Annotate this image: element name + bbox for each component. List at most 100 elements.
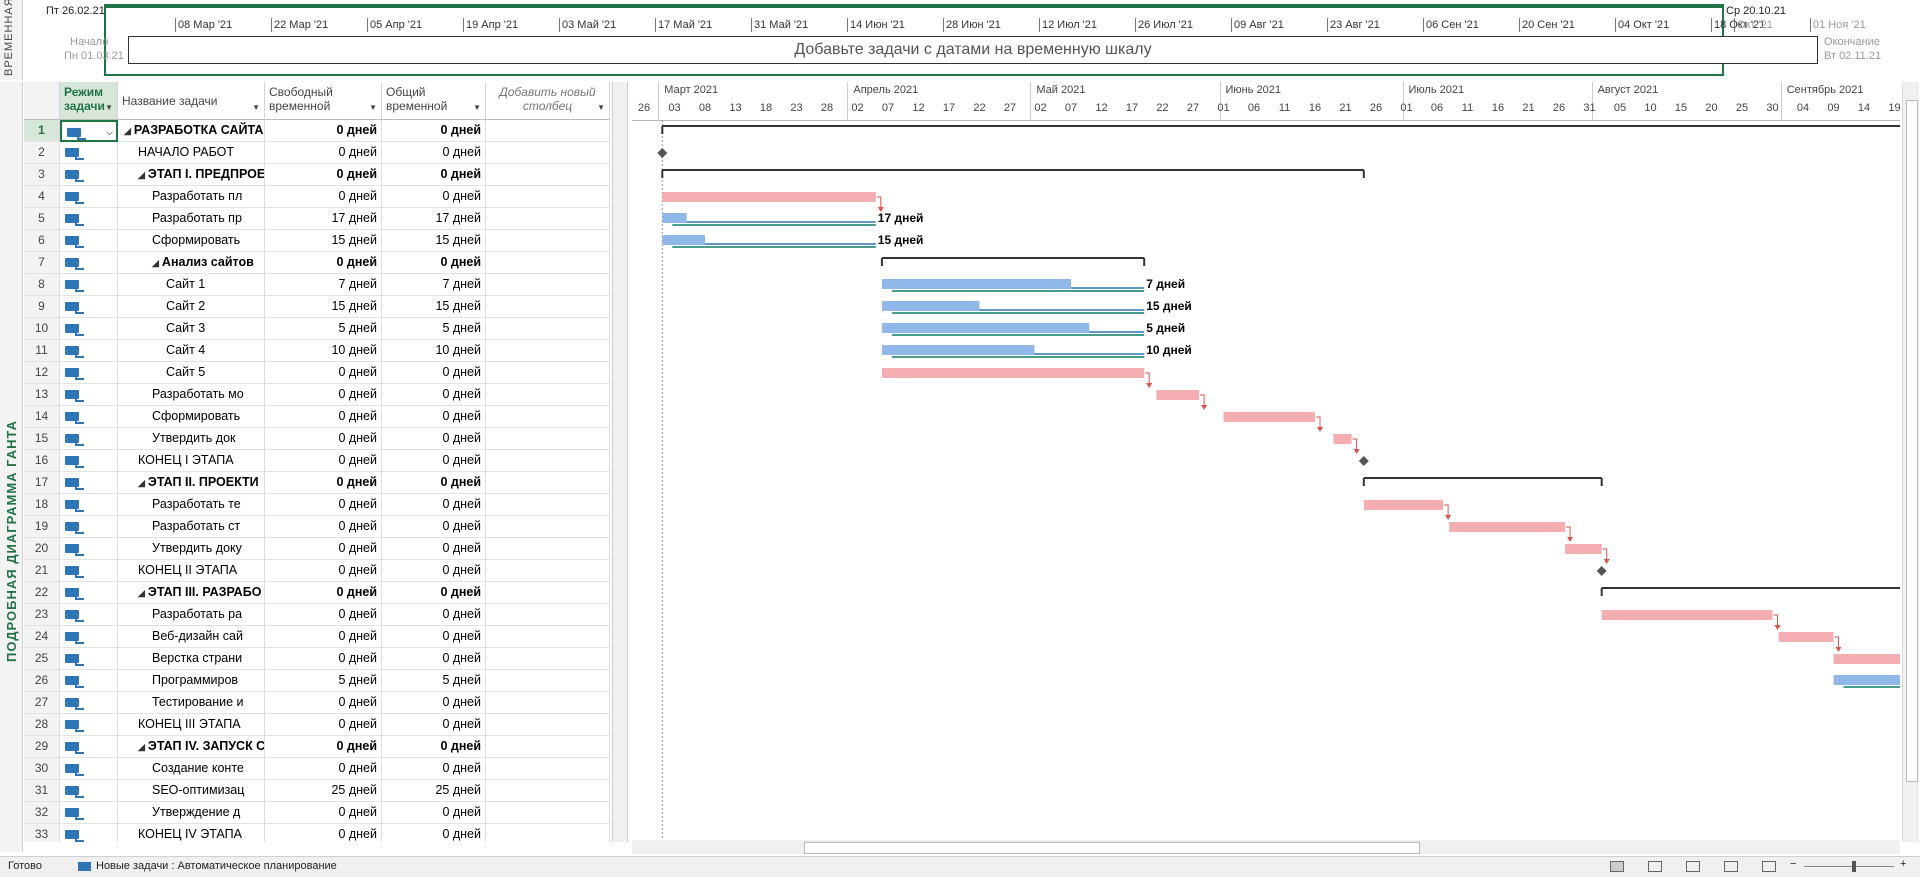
empty-cell[interactable]: [486, 406, 610, 428]
task-bar[interactable]: [881, 323, 1090, 333]
table-row[interactable]: 19 Разработать ст 0 дней 0 дней: [24, 516, 610, 538]
free-slack-cell[interactable]: 0 дней: [265, 560, 382, 582]
table-row[interactable]: 4 Разработать пл 0 дней 0 дней: [24, 186, 610, 208]
critical-task-bar[interactable]: [1565, 544, 1602, 554]
free-slack-cell[interactable]: 0 дней: [265, 164, 382, 186]
task-mode-cell[interactable]: [60, 758, 118, 780]
table-row[interactable]: 26 Программиров 5 дней 5 дней: [24, 670, 610, 692]
total-slack-cell[interactable]: 15 дней: [382, 296, 486, 318]
empty-cell[interactable]: [486, 604, 610, 626]
task-mode-cell[interactable]: [60, 428, 118, 450]
total-slack-cell[interactable]: 25 дней: [382, 780, 486, 802]
task-name-cell[interactable]: Веб-дизайн сай: [118, 626, 265, 648]
task-mode-cell[interactable]: [60, 164, 118, 186]
total-slack-cell[interactable]: 0 дней: [382, 142, 486, 164]
dependency-link[interactable]: [1773, 614, 1778, 625]
task-mode-cell[interactable]: [60, 670, 118, 692]
task-mode-cell[interactable]: [60, 318, 118, 340]
empty-cell[interactable]: [486, 824, 610, 842]
row-id[interactable]: 8: [24, 274, 60, 296]
table-row[interactable]: 24 Веб-дизайн сай 0 дней 0 дней: [24, 626, 610, 648]
empty-cell[interactable]: [486, 736, 610, 758]
task-name-cell[interactable]: КОНЕЦ IV ЭТАПА: [118, 824, 265, 842]
task-name-cell[interactable]: КОНЕЦ III ЭТАПА: [118, 714, 265, 736]
row-id[interactable]: 11: [24, 340, 60, 362]
slack-label[interactable]: 7 дней: [1146, 277, 1185, 291]
task-name-cell[interactable]: Разработать ра: [118, 604, 265, 626]
free-slack-cell[interactable]: 0 дней: [265, 142, 382, 164]
task-mode-cell[interactable]: [60, 626, 118, 648]
task-grid[interactable]: Режим задачи ▼ Название задачи ▼ Свободный…: [24, 82, 610, 842]
task-mode-cell[interactable]: [60, 384, 118, 406]
table-row[interactable]: 15 Утвердить док 0 дней 0 дней: [24, 428, 610, 450]
empty-cell[interactable]: [486, 560, 610, 582]
free-slack-cell[interactable]: 10 дней: [265, 340, 382, 362]
table-row[interactable]: 21 КОНЕЦ II ЭТАПА 0 дней 0 дней: [24, 560, 610, 582]
table-row[interactable]: 32 Утверждение д 0 дней 0 дней: [24, 802, 610, 824]
table-row[interactable]: 29 ◢ ЭТАП IV. ЗАПУСК С0 дней 0 дней: [24, 736, 610, 758]
total-slack-cell[interactable]: 0 дней: [382, 252, 486, 274]
task-mode-cell[interactable]: [60, 494, 118, 516]
table-row[interactable]: 12 Сайт 5 0 дней 0 дней: [24, 362, 610, 384]
task-name-cell[interactable]: Сайт 4: [118, 340, 265, 362]
report-view-icon[interactable]: [1762, 861, 1776, 872]
total-slack-cell[interactable]: 0 дней: [382, 120, 486, 142]
row-id[interactable]: 5: [24, 208, 60, 230]
row-id[interactable]: 15: [24, 428, 60, 450]
empty-cell[interactable]: [486, 538, 610, 560]
total-slack-cell[interactable]: 0 дней: [382, 582, 486, 604]
team-planner-view-icon[interactable]: [1686, 861, 1700, 872]
table-row[interactable]: 8 Сайт 1 7 дней 7 дней: [24, 274, 610, 296]
task-bar[interactable]: [662, 213, 687, 223]
gantt-view-icon[interactable]: [1610, 861, 1624, 872]
empty-cell[interactable]: [486, 296, 610, 318]
row-id[interactable]: 26: [24, 670, 60, 692]
table-row[interactable]: 31 SEO-оптимизац 25 дней 25 дней: [24, 780, 610, 802]
total-slack-cell[interactable]: 0 дней: [382, 428, 486, 450]
task-mode-cell[interactable]: [60, 340, 118, 362]
critical-task-bar[interactable]: [1601, 610, 1773, 620]
collapse-triangle-icon[interactable]: ◢: [138, 588, 145, 598]
total-slack-cell[interactable]: 0 дней: [382, 626, 486, 648]
critical-task-bar[interactable]: [1223, 412, 1316, 422]
collapse-triangle-icon[interactable]: ◢: [138, 478, 145, 488]
horizontal-scrollbar[interactable]: [632, 840, 1900, 854]
task-mode-cell[interactable]: [60, 142, 118, 164]
dependency-link[interactable]: [1602, 548, 1608, 559]
task-mode-cell[interactable]: [60, 824, 118, 842]
critical-task-bar[interactable]: [1333, 434, 1352, 444]
total-slack-cell[interactable]: 0 дней: [382, 714, 486, 736]
row-id[interactable]: 19: [24, 516, 60, 538]
dependency-arrow[interactable]: [1835, 647, 1842, 652]
total-slack-cell[interactable]: 0 дней: [382, 362, 486, 384]
task-name-cell[interactable]: ◢ ЭТАП II. ПРОЕКТИ: [118, 472, 265, 494]
table-row[interactable]: 10 Сайт 3 5 дней 5 дней: [24, 318, 610, 340]
task-mode-cell[interactable]: [60, 230, 118, 252]
task-name-cell[interactable]: НАЧАЛО РАБОТ: [118, 142, 265, 164]
select-all-corner[interactable]: [24, 82, 60, 120]
row-id[interactable]: 18: [24, 494, 60, 516]
task-mode-cell[interactable]: [60, 362, 118, 384]
empty-cell[interactable]: [486, 318, 610, 340]
row-id[interactable]: 29: [24, 736, 60, 758]
empty-cell[interactable]: [486, 802, 610, 824]
total-slack-cell[interactable]: 5 дней: [382, 318, 486, 340]
milestone-diamond[interactable]: [1358, 456, 1369, 466]
view-splitter[interactable]: [612, 82, 628, 842]
empty-cell[interactable]: [486, 274, 610, 296]
total-slack-cell[interactable]: 0 дней: [382, 384, 486, 406]
total-slack-cell[interactable]: 0 дней: [382, 802, 486, 824]
free-slack-cell[interactable]: 15 дней: [265, 296, 382, 318]
empty-cell[interactable]: [486, 758, 610, 780]
row-id[interactable]: 31: [24, 780, 60, 802]
total-slack-cell[interactable]: 7 дней: [382, 274, 486, 296]
dependency-arrow[interactable]: [1603, 559, 1610, 564]
free-slack-cell[interactable]: 5 дней: [265, 670, 382, 692]
row-id[interactable]: 9: [24, 296, 60, 318]
table-row[interactable]: 13 Разработать мо 0 дней 0 дней: [24, 384, 610, 406]
status-new-tasks[interactable]: Новые задачи : Автоматическое планирован…: [96, 860, 337, 872]
task-name-cell[interactable]: Верстка страни: [118, 648, 265, 670]
free-slack-cell[interactable]: 0 дней: [265, 494, 382, 516]
dependency-arrow[interactable]: [1317, 427, 1323, 432]
total-slack-cell[interactable]: 0 дней: [382, 450, 486, 472]
